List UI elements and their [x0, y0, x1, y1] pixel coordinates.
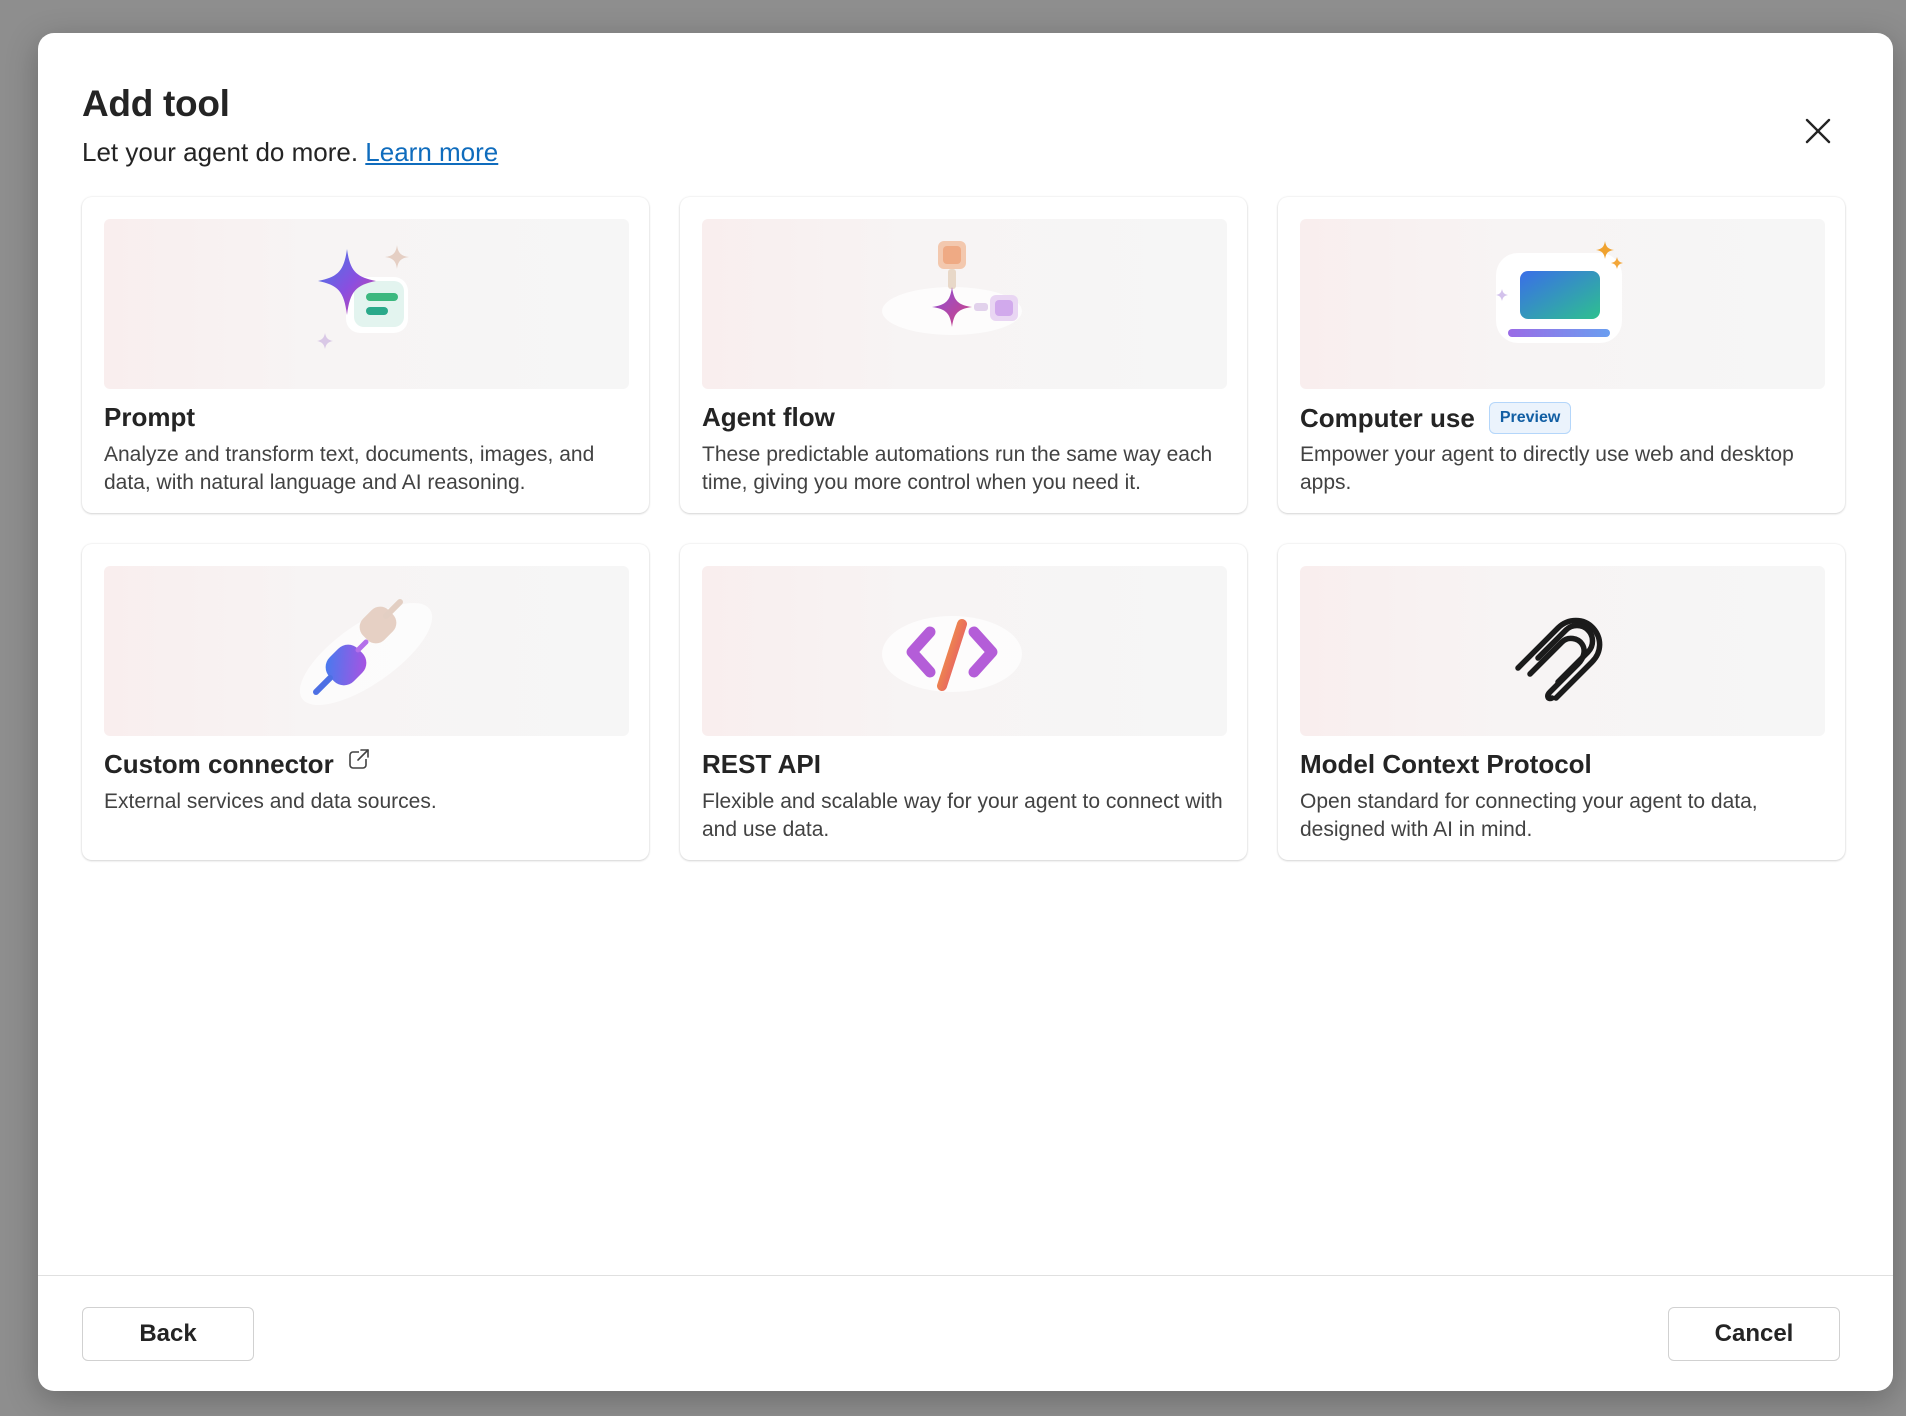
card-illustration [702, 219, 1227, 389]
tool-card-prompt[interactable]: Prompt Analyze and transform text, docum… [82, 197, 649, 513]
cancel-button[interactable]: Cancel [1668, 1307, 1840, 1361]
add-tool-dialog: Add tool Let your agent do more. Learn m… [38, 33, 1893, 1391]
card-title: Agent flow [702, 402, 835, 432]
learn-more-link[interactable]: Learn more [365, 137, 498, 167]
card-illustration [1300, 566, 1825, 736]
card-header: Custom connector [104, 747, 370, 780]
card-description: Empower your agent to directly use web a… [1300, 443, 1794, 494]
tool-card-custom-connector[interactable]: Custom connector External services and d… [82, 544, 649, 860]
card-title: Custom connector [104, 749, 334, 779]
card-title: Model Context Protocol [1300, 749, 1592, 779]
open-external-icon[interactable] [348, 747, 370, 770]
card-illustration [104, 566, 629, 736]
subtitle-text: Let your agent do more. [82, 137, 359, 167]
sparkle-prompt-icon [317, 245, 409, 349]
close-button[interactable] [1796, 109, 1840, 153]
tool-card-mcp[interactable]: Model Context Protocol Open standard for… [1278, 544, 1845, 860]
plug-icon [299, 599, 433, 706]
footer-divider [38, 1275, 1893, 1276]
card-header: Agent flow [702, 402, 835, 433]
mcp-icon [1515, 617, 1603, 702]
close-icon [1805, 118, 1831, 144]
tool-card-rest-api[interactable]: REST API Flexible and scalable way for y… [680, 544, 1247, 860]
card-header: Model Context Protocol [1300, 749, 1592, 780]
tool-card-agent-flow[interactable]: Agent flow These predictable automations… [680, 197, 1247, 513]
computer-icon [1496, 241, 1623, 343]
dialog-subtitle: Let your agent do more. Learn more [82, 137, 498, 168]
dialog-title: Add tool [82, 83, 230, 124]
card-header: Prompt [104, 402, 195, 433]
card-description: Flexible and scalable way for your agent… [702, 790, 1223, 841]
tool-card-computer-use[interactable]: Computer use Preview Empower your agent … [1278, 197, 1845, 513]
tool-grid: Prompt Analyze and transform text, docum… [82, 197, 1845, 860]
card-header: Computer use Preview [1300, 402, 1572, 434]
preview-badge: Preview [1488, 402, 1572, 434]
card-illustration [1300, 219, 1825, 389]
card-illustration [104, 219, 629, 389]
card-title: Computer use [1300, 402, 1475, 433]
card-description: External services and data sources. [104, 790, 437, 813]
card-description: These predictable automations run the sa… [702, 443, 1213, 494]
code-icon [882, 616, 1022, 692]
card-description: Analyze and transform text, documents, i… [104, 443, 595, 494]
card-header: REST API [702, 749, 821, 780]
back-button[interactable]: Back [82, 1307, 254, 1361]
card-title: REST API [702, 749, 821, 779]
card-title: Prompt [104, 402, 195, 432]
card-description: Open standard for connecting your agent … [1300, 790, 1758, 841]
card-illustration [702, 566, 1227, 736]
flow-icon [882, 241, 1022, 335]
